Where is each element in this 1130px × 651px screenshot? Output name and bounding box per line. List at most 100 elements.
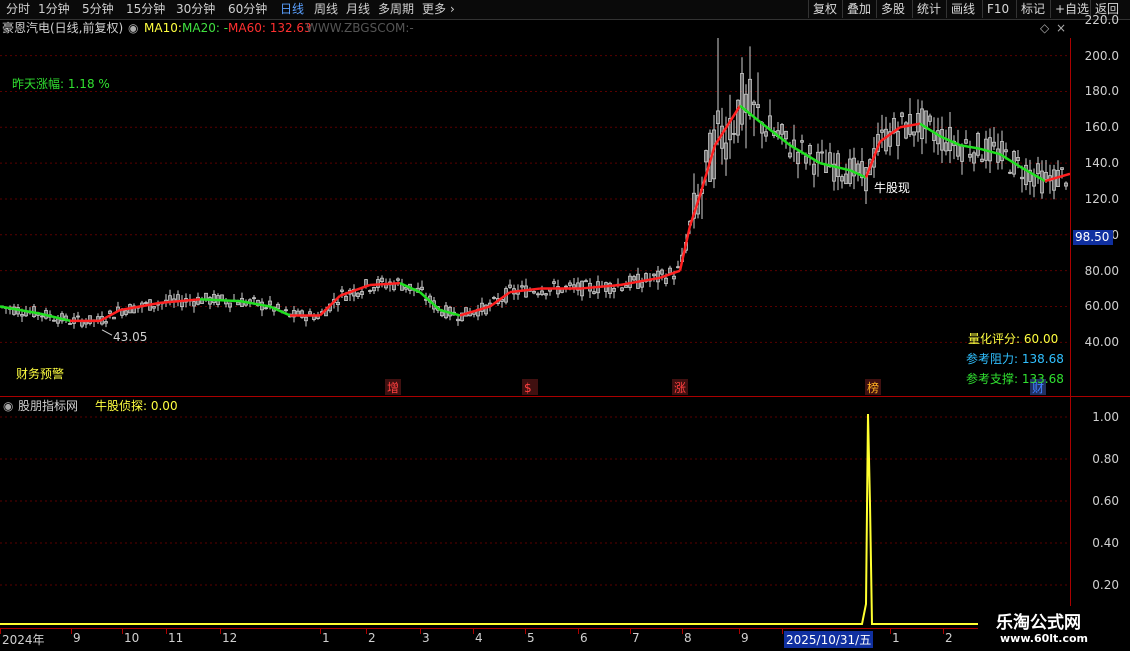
period-tab-15min[interactable]: 15分钟 (126, 1, 165, 18)
indicator-tick-label: 0.40 (1092, 536, 1119, 550)
date-tick (890, 629, 891, 634)
price-tick-label: 220.0 (1084, 12, 1119, 27)
f10-button[interactable]: F10 (982, 0, 1013, 18)
date-tick-label: 1 (892, 631, 900, 645)
draw-button[interactable]: 画线 (946, 0, 979, 18)
price-axis: 220.0200.0180.0160.0140.0120.0100.080.00… (1070, 13, 1130, 628)
overlay-button[interactable]: 叠加 (842, 0, 875, 18)
ma-line-segment (899, 122, 921, 129)
date-tick (420, 629, 421, 634)
kline-chart[interactable]: 222.2243.05牛股现增$涨榜财 (0, 38, 1070, 396)
date-tick (473, 629, 474, 634)
date-tick-label: 11 (168, 631, 184, 645)
event-marker-0: 增 (387, 381, 399, 395)
period-tab-multi[interactable]: 多周期 (378, 1, 414, 18)
price-tick-label: 160.0 (1084, 120, 1119, 135)
niu-signal-label: 牛股现 (874, 180, 910, 195)
date-tick (578, 629, 579, 634)
price-tick-label: 80.00 (1084, 263, 1119, 278)
diamond-icon[interactable]: ◇ (1040, 20, 1049, 37)
period-tab-more[interactable]: 更多 (422, 1, 446, 18)
date-tick-label: 9 (73, 631, 81, 645)
indicator-info-bar: 豪恩汽电(日线,前复权) ◉ MA10: MA20: - MA60: 132.6… (0, 20, 1070, 37)
multi-stock-button[interactable]: 多股 (876, 0, 909, 18)
date-tick (122, 629, 123, 634)
period-tab-weekly[interactable]: 周线 (314, 1, 338, 18)
ma60-label: MA60: 132.63 (228, 21, 312, 35)
current-price-tag: 98.50 (1073, 230, 1113, 246)
stock-title[interactable]: 豪恩汽电(日线,前复权) (2, 20, 123, 37)
close-icon[interactable]: × (1056, 20, 1066, 37)
price-tick-label: 60.00 (1084, 299, 1119, 314)
date-tick-label: 12 (222, 631, 238, 645)
date-tick (682, 629, 683, 634)
mark-button[interactable]: 标记 (1016, 0, 1049, 18)
price-tick-label: 200.0 (1084, 48, 1119, 63)
period-tab-60min[interactable]: 60分钟 (228, 1, 267, 18)
date-tick-label: 7 (632, 631, 640, 645)
date-tick-label: 1 (322, 631, 330, 645)
date-tick-label: 6 (580, 631, 588, 645)
date-tick (739, 629, 740, 634)
settings-circle-icon[interactable]: ◉ (128, 20, 138, 37)
date-tick (0, 629, 1, 634)
fuquan-button[interactable]: 复权 (808, 0, 841, 18)
date-tick (166, 629, 167, 634)
stats-button[interactable]: 统计 (912, 0, 945, 18)
period-tab-30min[interactable]: 30分钟 (176, 1, 215, 18)
ma10-label: MA10: (144, 21, 182, 35)
chevron-right-icon[interactable]: › (450, 1, 455, 18)
period-tab-1min[interactable]: 1分钟 (38, 1, 70, 18)
date-tick (320, 629, 321, 634)
date-tick (782, 629, 783, 634)
date-tick-label: 2025/10/31/五 (784, 631, 874, 648)
date-tick-label: 2 (945, 631, 953, 645)
date-tick (943, 629, 944, 634)
date-tick-label: 9 (741, 631, 749, 645)
low-pointer (101, 329, 113, 336)
date-tick-label: 3 (422, 631, 430, 645)
indicator-tick-label: 1.00 (1092, 410, 1119, 424)
event-marker-3: 榜 (867, 380, 879, 395)
date-tick (630, 629, 631, 634)
ma-line-segment (489, 291, 511, 308)
period-tab-monthly[interactable]: 月线 (346, 1, 370, 18)
period-tab-daily[interactable]: 日线 (280, 1, 304, 18)
yesterday-change-label: 昨天涨幅: 1.18 % (12, 77, 110, 91)
quant-score-label: 量化评分: 60.00 (968, 332, 1059, 346)
indicator-tick-label: 0.20 (1092, 578, 1119, 592)
indicator-tick-label: 0.80 (1092, 452, 1119, 466)
ma-line-segment (864, 141, 882, 178)
price-tick-label: 120.0 (1084, 191, 1119, 206)
indicator-chart[interactable] (0, 397, 1070, 627)
period-tab-分时[interactable]: 分时 (6, 1, 30, 18)
ma20-label: MA20: - (182, 21, 229, 35)
date-tick (220, 629, 221, 634)
date-tick-label: 4 (475, 631, 483, 645)
site-watermark: WWW.ZBGSCOM:- (306, 21, 414, 35)
price-tick-label: 140.0 (1084, 156, 1119, 171)
date-tick (525, 629, 526, 634)
top-toolbar: 分时 1分钟 5分钟 15分钟 30分钟 60分钟 日线 周线 月线 多周期 更… (0, 0, 1130, 20)
date-tick-label: 5 (527, 631, 535, 645)
date-tick-label: 10 (124, 631, 140, 645)
ma-line-segment (959, 143, 981, 151)
support-label: 参考支撑: 133.68 (966, 372, 1064, 386)
ma-line-segment (919, 122, 941, 138)
resistance-label: 参考阻力: 138.68 (966, 352, 1064, 366)
ma-line-segment (339, 283, 371, 297)
price-tick-label: 40.00 (1084, 335, 1119, 350)
date-tick-label: 2 (368, 631, 376, 645)
indicator-tick-label: 0.60 (1092, 494, 1119, 508)
date-tick (71, 629, 72, 634)
date-tick (366, 629, 367, 634)
event-marker-1: $ (524, 381, 532, 395)
date-tick-label: 8 (684, 631, 692, 645)
price-tick-label: 180.0 (1084, 84, 1119, 99)
period-tab-5min[interactable]: 5分钟 (82, 1, 114, 18)
date-axis: 2024年 9 10 11 12 1 2 3 4 5 6 7 8 9 2025/10/31/五 1 2 (0, 628, 1070, 651)
low-price-label: 43.05 (113, 330, 147, 344)
watermark-logo: 乐淘公式网 www.60lt.com (978, 606, 1130, 650)
finance-warning-label: 财务预警 (16, 367, 65, 381)
date-tick-label: 2024年 (2, 633, 45, 647)
